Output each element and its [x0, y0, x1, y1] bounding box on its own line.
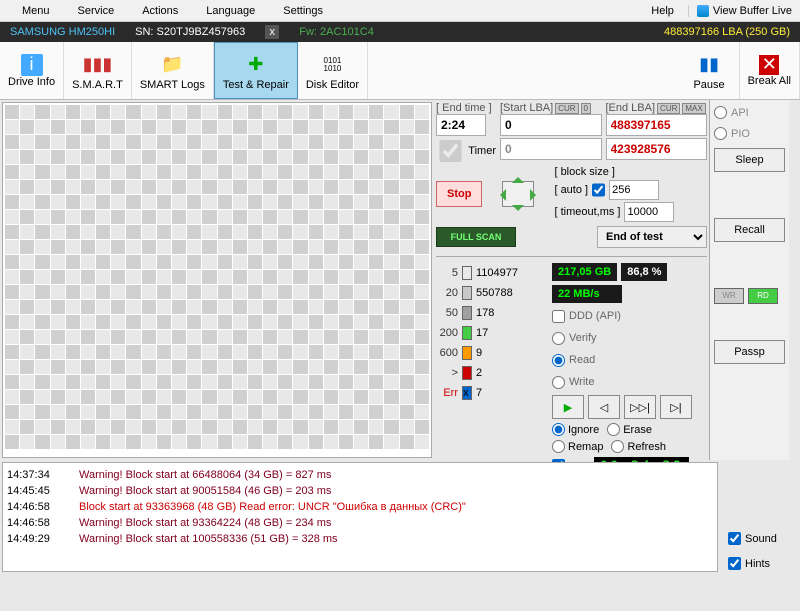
end-lba-input2[interactable]	[606, 138, 708, 160]
control-panel: [ End time ] Timer [Start LBA] CUR 0 [En…	[434, 100, 709, 460]
pio-radio[interactable]	[714, 127, 727, 140]
ddd-checkbox[interactable]	[552, 310, 565, 323]
cur-badge[interactable]: CUR	[555, 103, 578, 114]
view-buffer-live[interactable]: View Buffer Live	[688, 5, 792, 17]
scanned-size: 217,05 GB	[552, 263, 617, 281]
recall-button[interactable]: Recall	[714, 218, 785, 242]
drive-info-button[interactable]: iDrive Info	[0, 42, 64, 99]
timer-checkbox[interactable]	[436, 140, 465, 162]
close-drive-icon[interactable]: x	[265, 25, 279, 39]
remap-radio[interactable]	[552, 440, 565, 453]
chart-icon: ▮▮▮	[83, 51, 111, 79]
end-time-label: [ End time ]	[436, 102, 492, 114]
full-scan-button[interactable]: FULL SCAN	[436, 227, 516, 247]
block-size-label: [ block size ]	[554, 166, 615, 178]
menu-menu[interactable]: Menu	[8, 2, 64, 20]
menu-service[interactable]: Service	[64, 2, 129, 20]
latency-histogram: 511049772055078850178200176009>2Errx7	[436, 263, 546, 477]
menu-actions[interactable]: Actions	[128, 2, 192, 20]
auto-checkbox[interactable]	[592, 180, 605, 200]
disk-editor-button[interactable]: 01011010Disk Editor	[298, 42, 368, 99]
end-lba-input[interactable]	[606, 114, 708, 136]
stop-button[interactable]: Stop	[436, 181, 482, 207]
info-icon: i	[21, 54, 43, 76]
drive-model: SAMSUNG HM250HI	[10, 26, 115, 38]
end-of-test-select[interactable]: End of test	[597, 226, 707, 248]
smart-button[interactable]: ▮▮▮S.M.A.R.T	[64, 42, 132, 99]
menu-language[interactable]: Language	[192, 2, 269, 20]
timeout-input[interactable]	[624, 202, 674, 222]
bottom-options: Sound Hints	[720, 460, 800, 574]
test-repair-button[interactable]: ✚Test & Repair	[214, 42, 298, 99]
rd-indicator: RD	[748, 288, 778, 304]
api-radio[interactable]	[714, 106, 727, 119]
sleep-button[interactable]: Sleep	[714, 148, 785, 172]
buffer-icon	[697, 5, 709, 17]
refresh-radio[interactable]	[611, 440, 624, 453]
auto-label: [ auto ]	[554, 184, 588, 196]
medkit-icon: ✚	[242, 51, 270, 79]
wr-indicator: WR	[714, 288, 744, 304]
nav-up-icon[interactable]	[512, 171, 524, 183]
speed: 22 MB/s	[552, 285, 622, 303]
menu-settings[interactable]: Settings	[269, 2, 337, 20]
menu-bar: Menu Service Actions Language Settings H…	[0, 0, 800, 22]
nav-arrows	[488, 169, 548, 219]
pause-button[interactable]: ▮▮Pause	[680, 42, 740, 99]
skip-fwd-button[interactable]: ▷▷|	[624, 395, 656, 419]
end-time-input[interactable]	[436, 114, 486, 136]
serial-number: SN: S20TJ9BZ457963	[135, 26, 245, 38]
passp-button[interactable]: Passp	[714, 340, 785, 364]
binary-icon: 01011010	[318, 51, 346, 79]
timer-label: Timer	[468, 145, 496, 157]
nav-right-icon[interactable]	[530, 189, 542, 201]
toolbar: iDrive Info ▮▮▮S.M.A.R.T 📁SMART Logs ✚Te…	[0, 42, 800, 100]
lba-capacity: 488397166 LBA (250 GB)	[664, 26, 790, 38]
ignore-radio[interactable]	[552, 423, 565, 436]
cur-badge2[interactable]: CUR	[657, 103, 680, 114]
read-radio[interactable]	[552, 354, 565, 367]
play-button[interactable]: ▶	[552, 395, 584, 419]
start-lba-input2[interactable]	[500, 138, 602, 160]
right-panel: API PIO Sleep Recall WR RD Passp	[709, 100, 789, 460]
smart-logs-button[interactable]: 📁SMART Logs	[132, 42, 214, 99]
stop-icon: ✕	[759, 55, 779, 75]
firmware: Fw: 2AC101C4	[299, 26, 374, 38]
block-size-input[interactable]	[609, 180, 659, 200]
start-lba-label: [Start LBA]	[500, 102, 553, 114]
max-badge[interactable]: MAX	[682, 103, 705, 114]
break-all-button[interactable]: ✕Break All	[740, 42, 800, 99]
step-back-button[interactable]: ◁	[588, 395, 620, 419]
nav-down-icon[interactable]	[512, 205, 524, 217]
write-radio[interactable]	[552, 376, 565, 389]
folder-icon: 📁	[158, 51, 186, 79]
end-lba-label: [End LBA]	[606, 102, 656, 114]
zero-badge[interactable]: 0	[581, 103, 591, 114]
scanned-pct: 86,8 %	[621, 263, 667, 281]
rw-indicator: WR RD	[714, 288, 785, 304]
timeout-label: [ timeout,ms ]	[554, 206, 620, 218]
skip-end-button[interactable]: ▷|	[660, 395, 692, 419]
verify-radio[interactable]	[552, 332, 565, 345]
drive-info-bar: SAMSUNG HM250HI SN: S20TJ9BZ457963 x Fw:…	[0, 22, 800, 42]
view-buffer-label: View Buffer Live	[713, 5, 792, 17]
nav-left-icon[interactable]	[494, 189, 506, 201]
surface-map	[2, 102, 432, 458]
hints-checkbox[interactable]	[728, 557, 741, 570]
scan-info: 217,05 GB 86,8 % 22 MB/s DDD (API) Verif…	[552, 263, 702, 477]
menu-help[interactable]: Help	[637, 2, 688, 20]
erase-radio[interactable]	[607, 423, 620, 436]
play-icon: ▶	[564, 401, 572, 414]
sound-checkbox[interactable]	[728, 532, 741, 545]
log-panel: 14:37:34Warning! Block start at 66488064…	[2, 462, 718, 572]
start-lba-input[interactable]	[500, 114, 602, 136]
pause-icon: ▮▮	[695, 51, 723, 79]
